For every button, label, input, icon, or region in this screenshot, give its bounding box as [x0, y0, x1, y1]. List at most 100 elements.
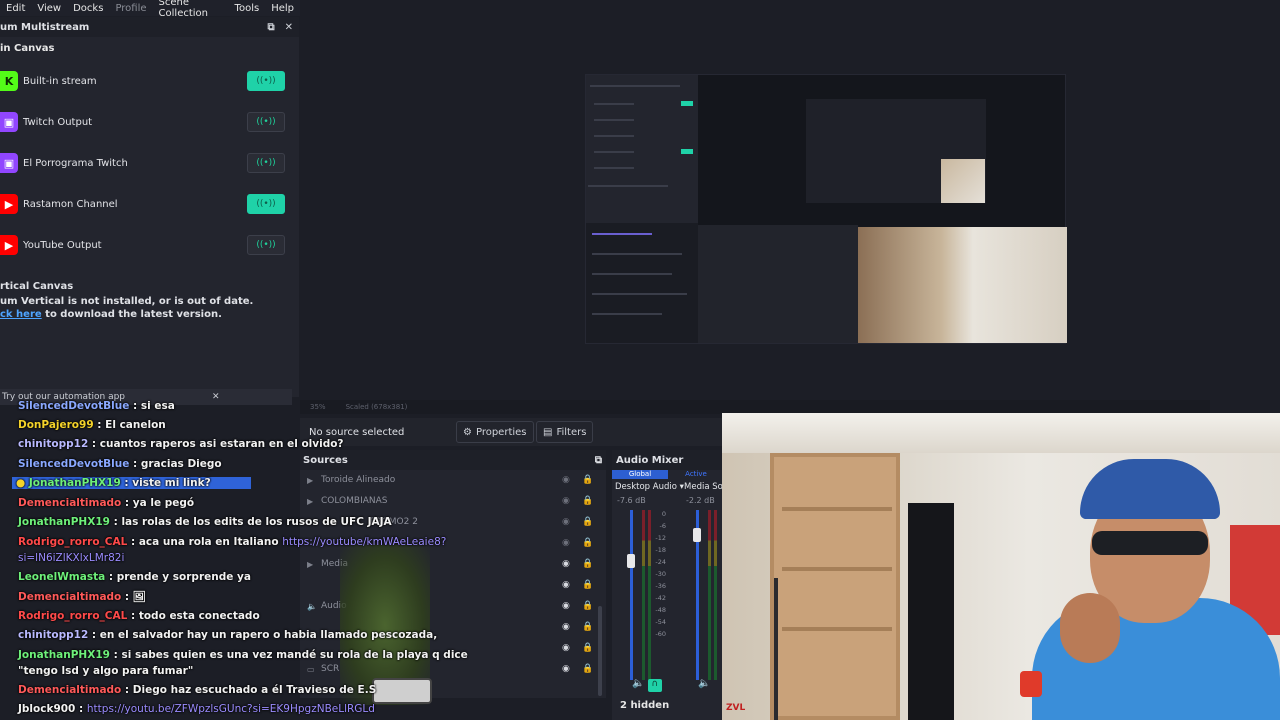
chat-user: Demencialtimado — [18, 684, 122, 696]
filter-icon: ▤ — [543, 426, 553, 438]
lock-icon[interactable]: 🔒 — [582, 538, 593, 548]
lock-icon[interactable]: 🔒 — [582, 601, 593, 611]
preview-nested-cam — [941, 159, 985, 203]
output-label: El Porrograma Twitch — [23, 157, 128, 169]
preview-canvas[interactable] — [585, 74, 1067, 344]
preview-mini-cam — [858, 227, 1067, 343]
lock-icon[interactable]: 🔒 — [582, 580, 593, 590]
chat-link[interactable]: https://youtu.be/ZFWpzlsGUnc?si=EK9HpgzN… — [87, 703, 375, 715]
menu-tools[interactable]: Tools — [229, 3, 266, 14]
undock-icon[interactable]: ⧉ — [267, 22, 274, 33]
kick-icon: K — [0, 71, 18, 91]
filters-button[interactable]: ▤ Filters — [536, 421, 594, 443]
chat-message: Demencialtimado : Diego haz escuchado a … — [18, 684, 376, 696]
mini-line — [592, 233, 652, 235]
chat-user: chinitopp12 — [18, 438, 89, 450]
chat-text: : ya le pegó — [121, 497, 195, 509]
volume-fader[interactable] — [627, 554, 635, 568]
eye-icon[interactable]: ◉ — [562, 643, 570, 653]
cam-doorway — [908, 503, 954, 720]
broadcast-icon: ((•)) — [256, 117, 276, 127]
eye-icon[interactable]: ◉ — [562, 664, 570, 674]
main-canvas-heading: in Canvas — [0, 43, 55, 54]
eye-icon[interactable]: ◉ — [562, 538, 570, 548]
cam-tripod — [774, 578, 778, 720]
undock-icon[interactable]: ⧉ — [595, 455, 602, 466]
lock-icon[interactable]: 🔒 — [582, 496, 593, 506]
chat-message: Jblock900 : https://youtu.be/ZFWpzlsGUnc… — [18, 703, 375, 715]
chat-user: DonPajero99 — [18, 419, 94, 431]
mixer-header: Audio Mixer — [612, 450, 724, 470]
stream-toggle-button[interactable]: ((•)) — [247, 71, 285, 91]
scale-tick: 0 — [661, 510, 666, 518]
mini-line — [590, 85, 680, 87]
dock-title: um Multistream — [0, 21, 90, 33]
mini-line — [594, 151, 634, 153]
eye-icon[interactable]: ◉ — [562, 559, 570, 569]
output-label: Rastamon Channel — [23, 198, 118, 210]
channel-desktop-audio[interactable]: Desktop Audio ▾ — [615, 482, 684, 492]
chat-text: : 🖼 — [121, 591, 147, 603]
chat-user: Rodrigo_rorro_CAL — [18, 610, 128, 622]
eye-icon[interactable]: ◉ — [562, 517, 570, 527]
stream-toggle-button[interactable]: ((•)) — [247, 112, 285, 132]
streamer-cap — [1080, 459, 1220, 519]
channel-name: Desktop Audio — [615, 482, 677, 492]
shelf-board — [782, 507, 892, 511]
volume-fader[interactable] — [693, 528, 701, 542]
eye-icon[interactable]: ◉ — [562, 622, 570, 632]
chat-user: SilencedDevotBlue — [18, 400, 130, 412]
close-icon[interactable]: ✕ — [285, 22, 293, 33]
level-meter — [642, 510, 645, 680]
mini-line — [588, 185, 668, 187]
menu-edit[interactable]: Edit — [0, 3, 31, 14]
chat-text: : El canelon — [93, 419, 166, 431]
lock-icon[interactable]: 🔒 — [582, 664, 593, 674]
stream-toggle-button[interactable]: ((•)) — [247, 194, 285, 214]
headphones-icon[interactable]: ∩ — [647, 679, 662, 692]
menu-bar: Edit View Docks Profile Scene Collection… — [0, 0, 300, 19]
chat-user: Demencialtimado — [18, 497, 122, 509]
chat-link[interactable]: si=lN6iZlKXlxLMr82i — [18, 552, 124, 564]
tab-global[interactable]: Global — [612, 470, 668, 479]
broadcast-icon: ((•)) — [256, 76, 276, 86]
menu-view[interactable]: View — [31, 3, 67, 14]
eye-icon[interactable]: ◉ — [562, 601, 570, 611]
eye-icon[interactable]: ◉ — [562, 496, 570, 506]
lock-icon[interactable]: 🔒 — [582, 517, 593, 527]
hidden-count[interactable]: 2 hidden — [620, 700, 669, 711]
cam-bookshelf — [770, 453, 900, 720]
tab-active[interactable]: Active — [668, 470, 724, 479]
scale-tick: -30 — [655, 570, 666, 578]
speaker-icon[interactable]: 🔈 — [698, 678, 710, 689]
lock-icon[interactable]: 🔒 — [582, 622, 593, 632]
stream-toggle-button[interactable]: ((•)) — [247, 153, 285, 173]
lock-icon[interactable]: 🔒 — [582, 475, 593, 485]
sources-scrollbar[interactable] — [598, 606, 602, 696]
chat-message: SilencedDevotBlue : si esa — [18, 400, 175, 412]
volume-fader-track[interactable] — [630, 510, 633, 680]
channel-controls: 🔈 ∩ — [632, 678, 662, 692]
chat-link[interactable]: https://youtube/kmWAeLeaie8? — [282, 536, 446, 548]
scale-tick: -36 — [655, 582, 666, 590]
menu-profile[interactable]: Profile — [109, 3, 152, 14]
scale-tick: -18 — [655, 546, 666, 554]
output-label: Built-in stream — [23, 75, 97, 87]
menu-docks[interactable]: Docks — [67, 3, 109, 14]
properties-button[interactable]: ⚙ Properties — [456, 421, 534, 443]
channel-db: -7.6 dB — [617, 496, 646, 505]
mini-line — [592, 293, 687, 295]
speaker-icon[interactable]: 🔈 — [632, 678, 644, 689]
lock-icon[interactable]: 🔒 — [582, 559, 593, 569]
stream-toggle-button[interactable]: ((•)) — [247, 235, 285, 255]
chat-message: Rodrigo_rorro_CAL : todo esta conectado — [18, 610, 260, 622]
broadcast-icon: ((•)) — [256, 199, 276, 209]
eye-icon[interactable]: ◉ — [562, 475, 570, 485]
audio-mixer-dock: Audio Mixer Global Active Desktop Audio … — [612, 450, 728, 720]
eye-icon[interactable]: ◉ — [562, 580, 570, 590]
download-link[interactable]: ck here — [0, 309, 42, 320]
chat-message: DonPajero99 : El canelon — [18, 419, 166, 431]
chat-message-cont: si=lN6iZlKXlxLMr82i — [18, 552, 124, 564]
menu-help[interactable]: Help — [265, 3, 300, 14]
lock-icon[interactable]: 🔒 — [582, 643, 593, 653]
